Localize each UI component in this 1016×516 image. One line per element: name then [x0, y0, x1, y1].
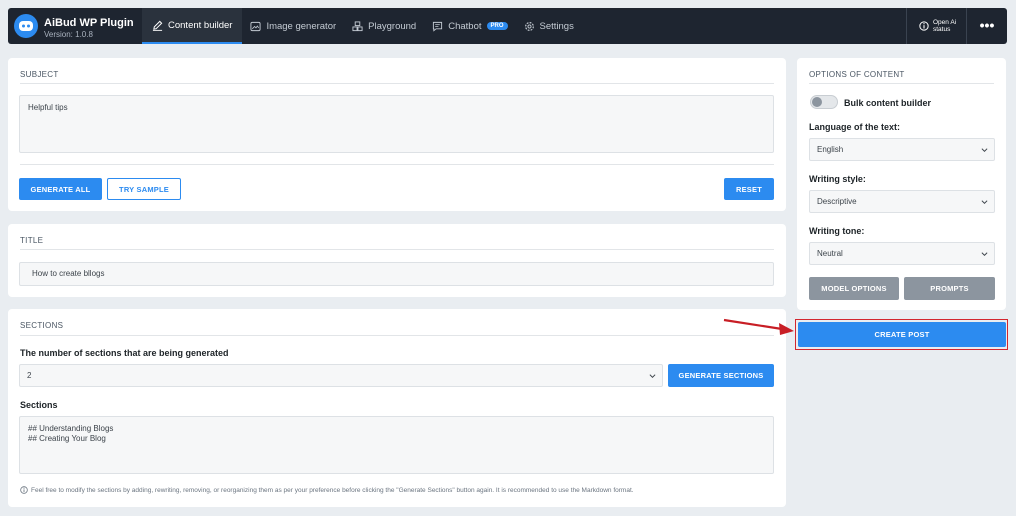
- chevron-down-icon: [981, 251, 988, 256]
- tone-label: Writing tone:: [809, 226, 865, 236]
- toggle-knob: [812, 97, 822, 107]
- chevron-down-icon: [981, 147, 988, 152]
- openai-status-label: Open Ai status: [933, 19, 957, 33]
- red-arrow-annotation: [723, 318, 794, 335]
- main-nav: Content builder Image generator Playgrou…: [142, 8, 582, 44]
- model-options-button[interactable]: MODEL OPTIONS: [809, 277, 899, 300]
- pen-icon: [152, 20, 163, 31]
- info-icon: [20, 486, 28, 494]
- title-input[interactable]: How to create bllogs: [19, 262, 774, 286]
- aibud-logo-icon: [14, 14, 38, 38]
- top-bar: AiBud WP Plugin Version: 1.0.8 Content b…: [8, 8, 1007, 44]
- divider: [20, 164, 774, 165]
- options-heading: OPTIONS OF CONTENT: [809, 70, 905, 79]
- divider: [20, 335, 774, 336]
- tab-chatbot[interactable]: Chatbot PRO: [424, 8, 515, 44]
- tone-value: Neutral: [817, 249, 843, 258]
- subject-panel: SUBJECT Helpful tips GENERATE ALL TRY SA…: [8, 58, 786, 211]
- chevron-down-icon: [649, 373, 656, 378]
- bulk-content-label: Bulk content builder: [844, 98, 932, 108]
- prompts-button[interactable]: PROMPTS: [904, 277, 995, 300]
- sections-input[interactable]: ## Understanding Blogs ## Creating Your …: [19, 416, 774, 474]
- info-icon: [919, 21, 929, 31]
- chat-icon: [433, 21, 443, 32]
- tone-select[interactable]: Neutral: [809, 242, 995, 265]
- options-panel: OPTIONS OF CONTENT Bulk content builder …: [797, 58, 1006, 310]
- subject-input[interactable]: Helpful tips: [19, 95, 774, 153]
- tab-settings[interactable]: Settings: [516, 8, 582, 44]
- pro-badge: PRO: [486, 22, 508, 30]
- generate-sections-button[interactable]: GENERATE SECTIONS: [668, 364, 774, 387]
- tab-label: Image generator: [266, 20, 337, 32]
- reset-button[interactable]: RESET: [724, 178, 774, 200]
- divider: [20, 249, 774, 250]
- tab-playground[interactable]: Playground: [344, 8, 424, 44]
- bulk-content-toggle[interactable]: [810, 95, 838, 109]
- title-panel: TITLE How to create bllogs: [8, 224, 786, 297]
- tab-content-builder[interactable]: Content builder: [142, 8, 243, 44]
- sections-count-select[interactable]: 2: [19, 364, 663, 387]
- sections-count-value: 2: [27, 371, 32, 380]
- highlight-box: [795, 319, 1008, 350]
- app-version: Version: 1.0.8: [44, 30, 93, 39]
- generate-all-button[interactable]: GENERATE ALL: [19, 178, 102, 200]
- divider: [20, 83, 774, 84]
- language-select[interactable]: English: [809, 138, 995, 161]
- openai-status[interactable]: Open Ai status: [906, 8, 966, 44]
- title-heading: TITLE: [20, 236, 44, 245]
- sections-count-label: The number of sections that are being ge…: [20, 348, 229, 358]
- tab-label: Playground: [368, 20, 417, 32]
- sections-panel: SECTIONS The number of sections that are…: [8, 309, 786, 507]
- gear-icon: [524, 21, 534, 31]
- tab-image-generator[interactable]: Image generator: [242, 8, 344, 44]
- chevron-down-icon: [981, 199, 988, 204]
- app-name: AiBud WP Plugin: [44, 17, 134, 29]
- try-sample-button[interactable]: TRY SAMPLE: [107, 178, 181, 200]
- tab-label: Content builder: [168, 19, 233, 31]
- tab-label: Chatbot: [448, 20, 482, 32]
- tab-label: Settings: [539, 20, 574, 32]
- language-value: English: [817, 145, 844, 154]
- image-icon: [250, 21, 261, 31]
- subject-heading: SUBJECT: [20, 70, 59, 79]
- style-select[interactable]: Descriptive: [809, 190, 995, 213]
- style-value: Descriptive: [817, 197, 857, 206]
- divider: [809, 83, 994, 84]
- more-menu-button[interactable]: •••: [966, 8, 1007, 44]
- sections-label: Sections: [20, 400, 58, 410]
- brand: AiBud WP Plugin Version: 1.0.8: [8, 8, 140, 44]
- language-label: Language of the text:: [809, 122, 901, 132]
- sections-hint-text: Feel free to modify the sections by addi…: [31, 486, 634, 494]
- sections-heading: SECTIONS: [20, 321, 64, 330]
- blocks-icon: [352, 20, 363, 31]
- style-label: Writing style:: [809, 174, 866, 184]
- sections-hint: Feel free to modify the sections by addi…: [20, 486, 634, 494]
